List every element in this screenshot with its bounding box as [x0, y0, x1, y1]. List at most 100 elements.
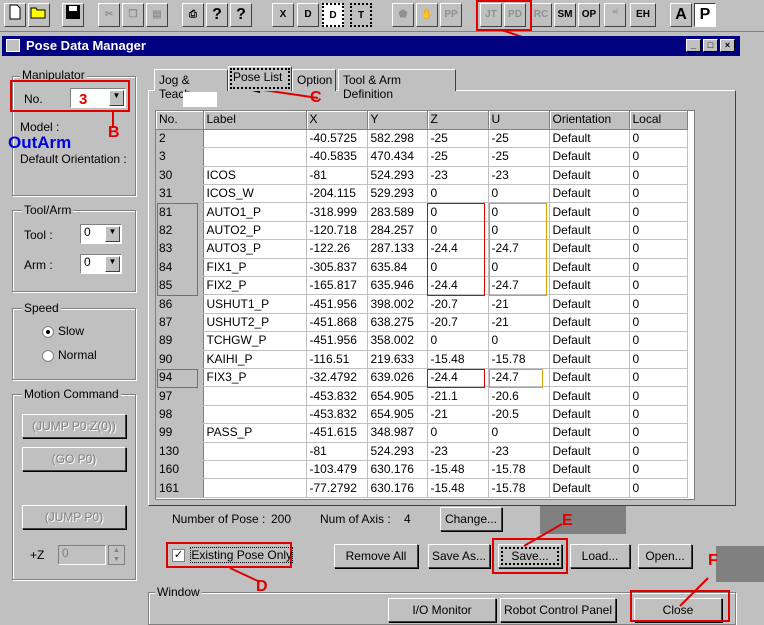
paste-icon[interactable]: ▤ [146, 3, 168, 27]
table-cell-x[interactable]: -77.2792 [306, 478, 368, 498]
table-cell-z[interactable]: -25 [427, 147, 489, 167]
table-cell-x[interactable]: -451.956 [306, 294, 368, 314]
table-cell-local[interactable]: 0 [629, 221, 688, 241]
table-cell-u[interactable]: -20.6 [488, 386, 550, 406]
table-cell-z[interactable]: -15.48 [427, 350, 489, 369]
table-cell-x[interactable]: -451.956 [306, 331, 368, 351]
tab-tool-arm-definition[interactable]: Tool & Arm Definition [338, 69, 456, 101]
table-cell-local[interactable]: 0 [629, 386, 688, 406]
minimize-icon[interactable]: _ [686, 39, 701, 52]
table-cell-no[interactable]: 90 [156, 350, 204, 369]
table-cell-z[interactable]: 0 [427, 423, 489, 443]
table-cell-u[interactable]: -15.78 [488, 350, 550, 369]
table-cell-orientation[interactable]: Default [549, 442, 630, 461]
table-cell-z[interactable]: 0 [427, 184, 489, 204]
speed-slow-radio[interactable]: Slow [42, 324, 84, 338]
table-cell-local[interactable]: 0 [629, 423, 688, 443]
table-cell-u[interactable]: 0 [488, 331, 550, 351]
table-cell-label[interactable] [203, 147, 307, 167]
table-cell-label[interactable]: USHUT2_P [203, 313, 307, 333]
table-cell-no[interactable]: 3 [156, 147, 204, 167]
table-cell-x[interactable]: -116.51 [306, 350, 368, 369]
table-row[interactable]: 81 AUTO1_P -318.999 283.589 0 0 Default 0 [156, 202, 688, 222]
table-row[interactable]: 99 PASS_P -451.615 348.987 0 0 Default 0 [156, 423, 688, 443]
table-cell-local[interactable]: 0 [629, 202, 688, 222]
table-cell-label[interactable] [203, 442, 307, 461]
toolbar-op-button[interactable]: OP [578, 3, 600, 27]
table-cell-y[interactable]: 582.298 [367, 129, 428, 149]
table-row[interactable]: 84 FIX1_P -305.837 635.84 0 0 Default 0 [156, 258, 688, 278]
table-cell-u[interactable]: -25 [488, 129, 550, 149]
table-cell-y[interactable]: 524.293 [367, 442, 428, 461]
table-cell-label[interactable]: ICOS_W [203, 184, 307, 204]
jump-button[interactable]: (JUMP P0) [22, 505, 126, 529]
table-cell-orientation[interactable]: Default [549, 368, 630, 388]
table-cell-x[interactable]: -81 [306, 442, 368, 461]
toolbar-rc-button[interactable]: RC [530, 3, 552, 27]
table-cell-z[interactable]: -15.48 [427, 460, 489, 480]
table-cell-local[interactable]: 0 [629, 350, 688, 369]
toolbar-pp-button[interactable]: PP [440, 3, 462, 27]
table-cell-u[interactable]: -23 [488, 166, 550, 186]
table-cell-no[interactable]: 30 [156, 166, 204, 186]
table-cell-x[interactable]: -453.832 [306, 405, 368, 425]
header-no[interactable]: No. [156, 111, 204, 130]
table-cell-orientation[interactable]: Default [549, 405, 630, 425]
toolbar-t-button[interactable]: T [350, 3, 372, 27]
table-cell-label[interactable]: USHUT1_P [203, 294, 307, 314]
table-cell-no[interactable]: 97 [156, 386, 204, 406]
arm-select[interactable]: 0 ▼ [80, 254, 122, 274]
table-cell-y[interactable]: 638.275 [367, 313, 428, 333]
table-cell-y[interactable]: 358.002 [367, 331, 428, 351]
table-cell-u[interactable]: 0 [488, 423, 550, 443]
new-icon[interactable] [4, 3, 26, 27]
tool-select[interactable]: 0 ▼ [80, 224, 122, 244]
table-cell-orientation[interactable]: Default [549, 239, 630, 259]
table-cell-label[interactable]: AUTO1_P [203, 202, 307, 222]
io-monitor-button[interactable]: I/O Monitor [388, 598, 496, 622]
table-cell-no[interactable]: 87 [156, 313, 204, 333]
table-cell-local[interactable]: 0 [629, 166, 688, 186]
table-cell-u[interactable]: -15.78 [488, 478, 550, 498]
table-cell-x[interactable]: -451.868 [306, 313, 368, 333]
table-cell-orientation[interactable]: Default [549, 313, 630, 333]
table-cell-x[interactable]: -122.26 [306, 239, 368, 259]
table-cell-local[interactable]: 0 [629, 184, 688, 204]
table-cell-orientation[interactable]: Default [549, 478, 630, 498]
table-cell-no[interactable]: 99 [156, 423, 204, 443]
table-cell-local[interactable]: 0 [629, 331, 688, 351]
table-cell-u[interactable]: -25 [488, 147, 550, 167]
table-row[interactable]: 83 AUTO3_P -122.26 287.133 -24.4 -24.7 Default… [156, 239, 688, 259]
toolbar-eh-button[interactable]: EH [630, 3, 656, 27]
mode-a-button[interactable]: A [670, 3, 692, 27]
table-cell-local[interactable]: 0 [629, 368, 688, 388]
table-cell-local[interactable]: 0 [629, 129, 688, 149]
robot-control-panel-button[interactable]: Robot Control Panel [500, 598, 616, 622]
table-cell-u[interactable]: -21 [488, 313, 550, 333]
table-cell-local[interactable]: 0 [629, 258, 688, 278]
header-label[interactable]: Label [203, 111, 307, 130]
table-cell-z[interactable]: -21 [427, 405, 489, 425]
hand-icon[interactable]: ✋ [416, 3, 438, 27]
table-cell-x[interactable]: -305.837 [306, 258, 368, 278]
table-cell-orientation[interactable]: Default [549, 184, 630, 204]
z-spinner[interactable]: ▲ ▼ [108, 545, 125, 565]
maximize-icon[interactable]: □ [703, 39, 718, 52]
toolbar-io-button[interactable]: °ⁱ [604, 3, 626, 27]
table-cell-label[interactable] [203, 129, 307, 149]
pose-grid[interactable]: No. Label X Y Z U Orientation Local 2 -40… [155, 110, 695, 500]
table-cell-no[interactable]: 161 [156, 478, 204, 498]
table-cell-label[interactable] [203, 405, 307, 425]
table-cell-z[interactable]: -23 [427, 166, 489, 186]
copy-icon[interactable]: ❐ [122, 3, 144, 27]
table-row[interactable]: 31 ICOS_W -204.115 529.293 0 0 Default 0 [156, 184, 688, 204]
table-cell-label[interactable]: AUTO3_P [203, 239, 307, 259]
table-cell-local[interactable]: 0 [629, 294, 688, 314]
table-cell-orientation[interactable]: Default [549, 276, 630, 296]
table-cell-u[interactable]: -21 [488, 294, 550, 314]
table-row[interactable]: 97 -453.832 654.905 -21.1 -20.6 Default 0 [156, 386, 688, 406]
table-cell-z[interactable]: -21.1 [427, 386, 489, 406]
table-cell-y[interactable]: 654.905 [367, 386, 428, 406]
table-row[interactable]: 86 USHUT1_P -451.956 398.002 -20.7 -21 Default… [156, 294, 688, 314]
table-row[interactable]: 87 USHUT2_P -451.868 638.275 -20.7 -21 Default… [156, 313, 688, 333]
